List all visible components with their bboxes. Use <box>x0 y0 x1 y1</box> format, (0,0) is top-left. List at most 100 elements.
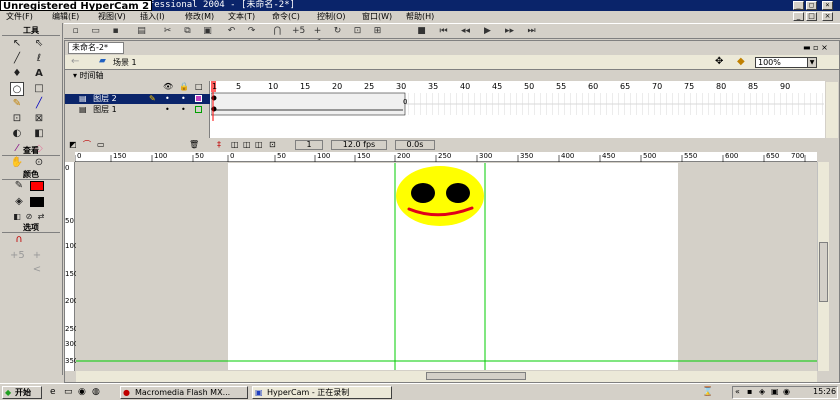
edit-multiple-icon[interactable]: ◫ <box>255 139 263 151</box>
copy-icon[interactable]: ⧉ <box>182 26 193 37</box>
lasso-tool-icon[interactable]: ℓ <box>32 52 46 66</box>
doc-close-button[interactable]: × <box>822 12 833 21</box>
brush-tool-icon[interactable]: ╱ <box>32 97 46 111</box>
smooth-icon[interactable]: +5 <box>292 26 305 37</box>
taskbar-item-hypercam[interactable]: ▣ HyperCam - 正在录制 <box>252 386 392 399</box>
collapse-arrow-icon[interactable]: ▾ <box>73 71 77 80</box>
zoom-tool-icon[interactable]: ⊙ <box>32 156 46 170</box>
dot-icon[interactable]: • <box>165 94 170 104</box>
fast-forward-icon[interactable]: ⏭ <box>526 26 537 37</box>
onion-markers-icon[interactable]: ⊡ <box>269 139 276 151</box>
fill-transform-tool-icon[interactable]: ⊠ <box>32 112 46 126</box>
straighten-option-icon[interactable]: +< <box>30 249 44 275</box>
outline-icon[interactable]: □ <box>195 82 203 91</box>
quicklaunch-icon[interactable]: ◍ <box>92 387 100 397</box>
save-icon[interactable]: ▪ <box>110 26 121 37</box>
dot-icon[interactable]: • <box>165 105 170 115</box>
menu-insert[interactable]: 插入(I) <box>140 11 165 23</box>
menu-text[interactable]: 文本(T) <box>228 11 255 23</box>
rectangle-tool-icon[interactable]: □ <box>32 82 46 96</box>
trash-icon[interactable]: 🗑 <box>189 139 199 151</box>
quicklaunch-desktop-icon[interactable]: ▭ <box>64 387 73 397</box>
pencil-tool-icon[interactable]: ✎ <box>10 97 24 111</box>
layer-color-swatch[interactable] <box>195 95 202 102</box>
paste-icon[interactable]: ▣ <box>202 26 213 37</box>
smiley-left-eye[interactable] <box>411 183 435 203</box>
stroke-color-swatch-fill[interactable] <box>30 181 44 191</box>
doc-minimize-button[interactable]: _ <box>793 12 804 21</box>
subselect-tool-icon[interactable]: ⇖ <box>32 37 46 51</box>
smooth-option-icon[interactable]: +5 <box>10 249 25 263</box>
menu-edit[interactable]: 编辑(E) <box>52 11 79 23</box>
arrow-tool-icon[interactable]: ↖ <box>10 37 24 51</box>
align-icon[interactable]: ⊞ <box>372 26 383 37</box>
tray-expand-icon[interactable]: « <box>735 387 740 396</box>
straighten-icon[interactable]: +< <box>312 26 323 47</box>
taskbar-item-flash[interactable]: ● Macromedia Flash MX... <box>120 386 248 399</box>
dot-icon[interactable]: • <box>181 105 186 115</box>
tray-icon[interactable]: ◉ <box>783 387 790 396</box>
vertical-scroll-thumb[interactable] <box>819 242 828 302</box>
doc-tab-controls[interactable]: ▬ ▫ × <box>803 43 828 52</box>
stroke-color-icon[interactable]: ✎ <box>12 179 26 193</box>
paint-bucket-tool-icon[interactable]: ◧ <box>32 127 46 141</box>
center-frame-icon[interactable]: ‡ <box>217 139 221 151</box>
menu-control[interactable]: 控制(O) <box>317 11 346 23</box>
smiley-face[interactable] <box>396 166 484 226</box>
layer-row[interactable]: ▤ 图层 1 • • <box>65 105 210 115</box>
show-hide-icon[interactable]: 👁 <box>163 82 173 91</box>
line-tool-icon[interactable]: ╱ <box>10 52 24 66</box>
fill-color-swatch[interactable] <box>30 197 44 207</box>
minimize-button[interactable]: _ <box>793 1 804 10</box>
timeline-scrollbar[interactable] <box>826 82 838 138</box>
text-tool-icon[interactable]: A <box>32 67 46 81</box>
menu-file[interactable]: 文件(F) <box>6 11 33 23</box>
horizontal-scroll-thumb[interactable] <box>426 372 526 380</box>
tray-icon[interactable]: ▣ <box>771 387 779 396</box>
redo-icon[interactable]: ↷ <box>246 26 257 37</box>
snap-magnet-icon[interactable]: ∩ <box>12 233 26 247</box>
fill-color-icon[interactable]: ◈ <box>12 195 26 209</box>
step-forward-icon[interactable]: ▸▸ <box>504 26 515 37</box>
layer-name[interactable]: 图层 1 <box>93 105 117 114</box>
onion-outlines-icon[interactable]: ◫ <box>243 139 251 151</box>
close-button[interactable]: × <box>822 1 833 10</box>
smiley-right-eye[interactable] <box>446 183 470 203</box>
scale-icon[interactable]: ⊡ <box>352 26 363 37</box>
oval-tool-icon[interactable]: ○ <box>10 82 24 96</box>
undo-icon[interactable]: ↶ <box>226 26 237 37</box>
insert-layer-icon[interactable]: ◩ <box>69 139 77 151</box>
menu-commands[interactable]: 命令(C) <box>272 11 300 23</box>
cut-icon[interactable]: ✂ <box>162 26 173 37</box>
rewind-icon[interactable]: ⏮ <box>438 26 449 37</box>
layer-row-selected[interactable]: ▤ 图层 2 ✎ • • <box>65 94 210 104</box>
open-icon[interactable]: ▭ <box>90 26 101 37</box>
new-icon[interactable]: ▫ <box>70 26 81 37</box>
quicklaunch-media-icon[interactable]: ◉ <box>78 387 86 397</box>
back-arrow-icon[interactable]: ← <box>71 56 79 67</box>
pen-tool-icon[interactable]: ♦ <box>10 67 24 81</box>
horizontal-scrollbar[interactable] <box>76 371 817 382</box>
insert-folder-icon[interactable]: ▭ <box>97 139 105 151</box>
edit-scene-icon[interactable]: ✥ <box>715 56 723 67</box>
swap-colors-icon[interactable]: ⇄ <box>34 210 48 224</box>
zoom-dropdown-icon[interactable]: ▼ <box>807 57 817 68</box>
quicklaunch-ie-icon[interactable]: e <box>50 387 56 397</box>
menu-modify[interactable]: 修改(M) <box>185 11 214 23</box>
lock-icon[interactable]: 🔒 <box>179 82 189 91</box>
maximize-button[interactable]: □ <box>806 1 817 10</box>
timeline-header[interactable]: ▾ 时间轴 <box>65 70 839 81</box>
start-button[interactable]: ◆ 开始 <box>2 386 42 399</box>
magnet-icon[interactable]: ⋂ <box>272 26 283 37</box>
tray-hourglass-icon[interactable]: ⌛ <box>702 387 713 397</box>
dot-icon[interactable]: • <box>181 94 186 104</box>
stop-icon[interactable]: ■ <box>416 26 427 37</box>
document-tab[interactable]: 未命名-2* <box>68 42 124 54</box>
menu-view[interactable]: 视图(V) <box>98 11 126 23</box>
ink-bottle-tool-icon[interactable]: ◐ <box>10 127 24 141</box>
free-transform-tool-icon[interactable]: ⊡ <box>10 112 24 126</box>
onion-skin-icon[interactable]: ◫ <box>231 139 239 151</box>
tray-icon[interactable]: ◈ <box>759 387 765 396</box>
layer-name[interactable]: 图层 2 <box>93 94 117 103</box>
doc-restore-button[interactable]: □ <box>806 12 817 21</box>
